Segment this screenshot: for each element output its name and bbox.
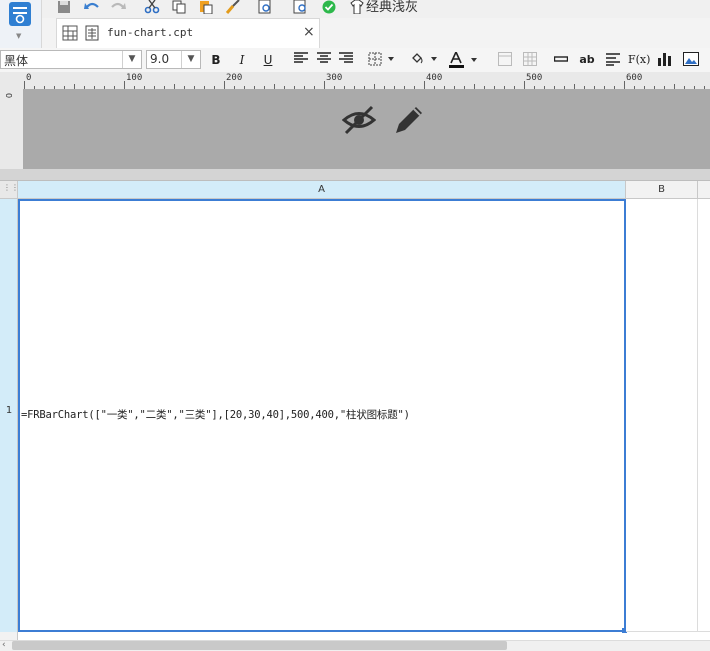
chevron-down-icon[interactable]: ▼ (16, 32, 21, 40)
ruler-mark: 0 (26, 73, 32, 83)
split-cells-icon (523, 52, 537, 66)
align-right-button[interactable] (337, 52, 355, 68)
paste-icon[interactable] (198, 0, 214, 16)
paragraph-button[interactable] (604, 52, 622, 68)
preview-area (24, 89, 710, 169)
close-icon[interactable]: × (303, 24, 315, 40)
bar-chart-icon (658, 53, 671, 66)
cell-a1-formula: =FRBarChart(["一类","二类","三类"],[20,30,40],… (21, 409, 410, 421)
chevron-down-icon: ▼ (181, 51, 200, 68)
main-toolbar: 经典浅灰 (0, 0, 710, 19)
fill-bucket-icon (412, 53, 437, 64)
save-icon[interactable] (56, 0, 72, 16)
theme-label[interactable]: 经典浅灰 (366, 0, 426, 16)
scroll-left-icon[interactable]: ‹ (2, 640, 6, 650)
vertical-ruler: 0 (0, 89, 24, 169)
tab-label: fun-chart.cpt (107, 26, 194, 39)
eye-off-icon[interactable] (341, 105, 377, 138)
search-icon[interactable] (293, 0, 309, 16)
text-wrap-button[interactable]: ab (578, 52, 596, 68)
select-all-corner[interactable]: ⋮⋮⋮ (0, 181, 27, 199)
theme-icon[interactable] (348, 0, 366, 16)
merge-cells-button[interactable] (496, 52, 514, 68)
column-header-empty[interactable] (698, 181, 710, 199)
paragraph-icon (606, 53, 620, 66)
merge-cells-icon (498, 52, 512, 66)
undo-icon[interactable] (84, 0, 100, 16)
ruler-tick (224, 81, 225, 89)
redo-icon[interactable] (110, 0, 126, 16)
template-icon[interactable] (9, 2, 31, 31)
bold-button[interactable]: B (207, 52, 225, 68)
ruler-mark: 300 (326, 73, 343, 83)
align-left-button[interactable] (292, 52, 310, 68)
fill-color-button[interactable] (410, 52, 440, 68)
column-header-a[interactable]: A (18, 181, 626, 199)
ruler-tick (124, 81, 125, 89)
cell-b1[interactable] (626, 199, 698, 632)
split-cells-button[interactable] (521, 52, 539, 68)
edit-pencil-icon[interactable] (392, 103, 426, 140)
cell-a1[interactable]: =FRBarChart(["一类","二类","三类"],[20,30,40],… (18, 199, 626, 632)
ruler-tick (624, 81, 625, 89)
insert-chart-button[interactable] (656, 52, 674, 68)
check-icon[interactable] (321, 0, 337, 16)
font-color-icon (449, 50, 477, 68)
font-size-value: 9.0 (150, 52, 170, 66)
format-painter-icon[interactable] (225, 0, 241, 16)
align-center-button[interactable] (315, 52, 333, 68)
align-center-icon (317, 52, 331, 63)
format-bar: 黑体 ▼ 9.0 ▼ B I U ab F(x) (0, 48, 710, 73)
scrollbar-thumb[interactable] (12, 641, 507, 650)
cut-icon[interactable] (144, 0, 160, 16)
preview-icon[interactable] (258, 0, 274, 16)
image-icon (683, 52, 699, 66)
border-icon (368, 52, 394, 66)
horizontal-ruler: 0 100 200 300 400 500 600 (0, 72, 710, 90)
font-name-value: 黑体 (4, 54, 29, 68)
chevron-down-icon: ▼ (122, 51, 141, 68)
insert-row-button[interactable] (552, 52, 570, 68)
insert-image-button[interactable] (682, 52, 700, 68)
row-header-1[interactable]: 1 (0, 199, 18, 632)
column-header-b[interactable]: B (626, 181, 698, 199)
ruler-tick (524, 81, 525, 89)
left-panel: ▼ (0, 0, 42, 48)
grid-icon (62, 25, 78, 44)
align-right-icon (339, 52, 353, 63)
ruler-mark: 100 (126, 73, 143, 83)
italic-button[interactable]: I (233, 52, 251, 68)
font-size-select[interactable]: 9.0 ▼ (146, 50, 201, 69)
row-gridline (626, 631, 710, 632)
ruler-tick (324, 81, 325, 89)
underline-button[interactable]: U (259, 52, 277, 68)
row-header-2[interactable] (0, 632, 18, 640)
ruler-mark: 400 (426, 73, 443, 83)
cpt-file-icon (85, 25, 99, 44)
ruler-tick (24, 81, 25, 89)
row-number: 1 (5, 405, 13, 416)
ruler-mark: 600 (626, 73, 643, 83)
tab-fun-chart[interactable]: fun-chart.cpt × (56, 18, 320, 48)
ruler-mark: 200 (226, 73, 243, 83)
font-name-select[interactable]: 黑体 ▼ (0, 50, 142, 69)
ruler-mark: 500 (526, 73, 543, 83)
ruler-tick (424, 81, 425, 89)
pane-divider[interactable] (0, 169, 710, 181)
insert-row-icon (553, 56, 569, 62)
border-button[interactable] (368, 52, 398, 68)
ruler-mark: 0 (4, 92, 14, 99)
align-left-icon (294, 52, 308, 63)
formula-button[interactable]: F(x) (628, 52, 650, 68)
font-color-button[interactable] (448, 50, 480, 68)
copy-icon[interactable] (171, 0, 187, 16)
